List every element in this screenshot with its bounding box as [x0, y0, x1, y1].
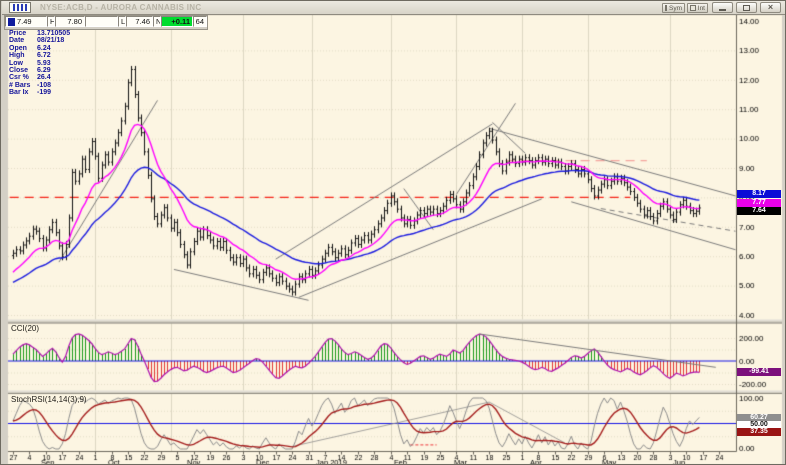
quote-last-value: 7.49 [17, 17, 32, 26]
readout-row: Price13.710505 [9, 30, 70, 37]
maximize-icon [743, 5, 750, 11]
sym-button-label: Sym [669, 5, 682, 12]
int-button-label: Int [698, 5, 705, 12]
readout-row: Csr %26.4 [9, 74, 70, 81]
data-readout-panel: Price13.710505 Date08/21/18 Open6.24 Hig… [9, 30, 70, 97]
quote-low-label: L [118, 16, 126, 27]
quote-toolbar: 7.49 H 7.80 L 7.46 N +0.11 64 [4, 15, 208, 30]
int-button-icon [690, 5, 696, 11]
chart-icon [13, 4, 27, 11]
close-icon: × [768, 3, 773, 12]
quote-last-cell: 7.49 [5, 16, 47, 27]
minimize-icon [719, 9, 726, 11]
ma-fast-price-tag: 7.77 [737, 199, 781, 207]
readout-row: High6.72 [9, 52, 70, 59]
stoch-slow-tag: 37.35 [737, 428, 781, 436]
cci-value-tag: -99.41 [737, 368, 781, 376]
quote-size-value: 64 [193, 16, 207, 27]
sym-button-icon [665, 5, 667, 11]
int-button[interactable]: Int [687, 3, 708, 13]
app-icon[interactable] [9, 2, 31, 13]
titlebar: NYSE:ACB,D - AURORA CANNABIS INC Sym Int… [2, 1, 786, 15]
last-price-swatch [8, 18, 15, 26]
last-price-tag: 7.64 [737, 207, 781, 215]
minimize-button[interactable] [712, 2, 733, 13]
quote-high-value: 7.80 [55, 16, 85, 27]
readout-row: Bar Ix-199 [9, 89, 70, 96]
stochrsi-pane-label: StochRSI(14,14(3),9) [11, 395, 87, 404]
quote-high-label: H [47, 16, 55, 27]
readout-row: Date08/21/18 [9, 37, 70, 44]
close-button[interactable]: × [760, 2, 781, 13]
maximize-button[interactable] [736, 2, 757, 13]
chart-window: NYSE:ACB,D - AURORA CANNABIS INC Sym Int… [0, 0, 786, 465]
quote-spacer-cell [85, 16, 118, 27]
ma-slow-price-tag: 8.17 [737, 190, 781, 198]
readout-row: Open6.24 [9, 45, 70, 52]
sym-button[interactable]: Sym [662, 3, 685, 13]
window-title: NYSE:ACB,D - AURORA CANNABIS INC [40, 3, 201, 12]
readout-row: Low5.93 [9, 60, 70, 67]
readout-row: Close6.29 [9, 67, 70, 74]
chart-canvas[interactable] [1, 1, 786, 465]
quote-net-value: +0.11 [161, 16, 193, 27]
quote-low-value: 7.46 [126, 16, 153, 27]
cci-pane-label: CCI(20) [11, 324, 39, 333]
quote-net-label: N [153, 16, 161, 27]
readout-row: # Bars-108 [9, 82, 70, 89]
